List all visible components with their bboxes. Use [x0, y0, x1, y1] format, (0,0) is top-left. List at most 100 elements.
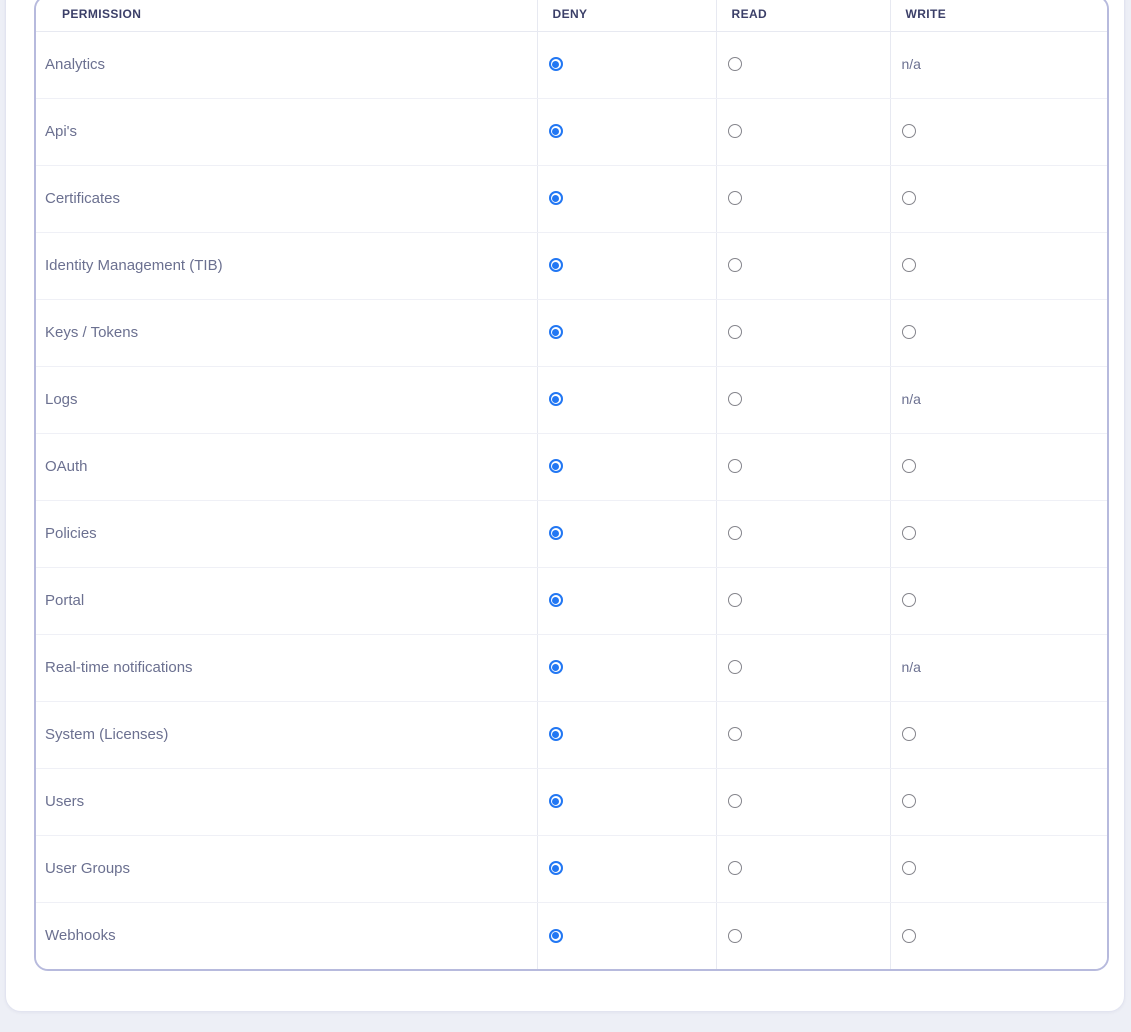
read-radio[interactable] [728, 124, 742, 138]
read-radio[interactable] [728, 794, 742, 808]
deny-radio[interactable] [549, 929, 563, 943]
write-cell [890, 835, 1107, 902]
write-radio[interactable] [902, 191, 916, 205]
deny-radio[interactable] [549, 526, 563, 540]
header-row: PERMISSION DENY READ WRITE [36, 0, 1107, 31]
permission-label-cell: System (Licenses) [36, 701, 537, 768]
permission-label: Portal [45, 592, 84, 609]
permission-label-cell: Logs [36, 366, 537, 433]
write-cell [890, 299, 1107, 366]
content-card: PERMISSION DENY READ WRITE Analytics n/a… [5, 0, 1125, 1012]
permission-label-cell: Portal [36, 567, 537, 634]
read-radio[interactable] [728, 325, 742, 339]
table-row: Portal [36, 567, 1107, 634]
deny-radio[interactable] [549, 459, 563, 473]
read-radio[interactable] [728, 929, 742, 943]
deny-radio[interactable] [549, 57, 563, 71]
permission-label-cell: Analytics [36, 31, 537, 98]
deny-radio[interactable] [549, 325, 563, 339]
permission-label-cell: Policies [36, 500, 537, 567]
read-radio[interactable] [728, 727, 742, 741]
table-row: User Groups [36, 835, 1107, 902]
write-cell [890, 567, 1107, 634]
read-cell [716, 165, 890, 232]
permission-label: Policies [45, 525, 97, 542]
deny-radio[interactable] [549, 727, 563, 741]
write-radio[interactable] [902, 258, 916, 272]
table-row: Real-time notifications n/a [36, 634, 1107, 701]
deny-cell [537, 634, 716, 701]
permission-label-cell: User Groups [36, 835, 537, 902]
read-cell [716, 835, 890, 902]
deny-cell [537, 835, 716, 902]
deny-cell [537, 31, 716, 98]
write-cell [890, 701, 1107, 768]
permission-label: Analytics [45, 56, 105, 73]
permission-label: Users [45, 793, 84, 810]
permission-label: Identity Management (TIB) [45, 257, 223, 274]
write-cell [890, 433, 1107, 500]
permissions-table-grid: PERMISSION DENY READ WRITE Analytics n/a… [36, 0, 1107, 969]
read-radio[interactable] [728, 191, 742, 205]
table-row: Keys / Tokens [36, 299, 1107, 366]
na-label: n/a [902, 56, 921, 72]
permission-label-cell: Api's [36, 98, 537, 165]
table-row: OAuth [36, 433, 1107, 500]
write-radio[interactable] [902, 526, 916, 540]
read-radio[interactable] [728, 593, 742, 607]
deny-radio[interactable] [549, 392, 563, 406]
write-cell [890, 232, 1107, 299]
write-cell [890, 98, 1107, 165]
permissions-table-body: Analytics n/a Api's Certificates Identit… [36, 31, 1107, 969]
write-radio[interactable] [902, 794, 916, 808]
read-radio[interactable] [728, 861, 742, 875]
column-header-read: READ [716, 0, 890, 31]
deny-radio[interactable] [549, 660, 563, 674]
write-radio[interactable] [902, 727, 916, 741]
read-cell [716, 701, 890, 768]
write-radio[interactable] [902, 124, 916, 138]
deny-radio[interactable] [549, 794, 563, 808]
column-header-permission: PERMISSION [36, 0, 537, 31]
deny-radio[interactable] [549, 191, 563, 205]
deny-radio[interactable] [549, 861, 563, 875]
write-radio[interactable] [902, 325, 916, 339]
write-cell [890, 165, 1107, 232]
deny-cell [537, 232, 716, 299]
read-radio[interactable] [728, 392, 742, 406]
write-radio[interactable] [902, 929, 916, 943]
deny-cell [537, 701, 716, 768]
deny-radio[interactable] [549, 593, 563, 607]
read-radio[interactable] [728, 526, 742, 540]
write-cell: n/a [890, 366, 1107, 433]
read-radio[interactable] [728, 459, 742, 473]
deny-cell [537, 902, 716, 969]
permission-label-cell: Keys / Tokens [36, 299, 537, 366]
read-radio[interactable] [728, 660, 742, 674]
read-radio[interactable] [728, 57, 742, 71]
read-radio[interactable] [728, 258, 742, 272]
deny-radio[interactable] [549, 258, 563, 272]
permission-label: Api's [45, 123, 77, 140]
write-radio[interactable] [902, 593, 916, 607]
write-radio[interactable] [902, 459, 916, 473]
read-cell [716, 902, 890, 969]
deny-cell [537, 366, 716, 433]
write-cell [890, 902, 1107, 969]
table-row: System (Licenses) [36, 701, 1107, 768]
write-cell [890, 500, 1107, 567]
permission-label: OAuth [45, 458, 88, 475]
permission-label-cell: Identity Management (TIB) [36, 232, 537, 299]
read-cell [716, 366, 890, 433]
table-row: Analytics n/a [36, 31, 1107, 98]
permission-label: Real-time notifications [45, 659, 193, 676]
permission-label-cell: Real-time notifications [36, 634, 537, 701]
column-header-deny: DENY [537, 0, 716, 31]
permission-label-cell: Certificates [36, 165, 537, 232]
table-row: Identity Management (TIB) [36, 232, 1107, 299]
read-cell [716, 768, 890, 835]
deny-radio[interactable] [549, 124, 563, 138]
write-radio[interactable] [902, 861, 916, 875]
permission-label-cell: OAuth [36, 433, 537, 500]
read-cell [716, 500, 890, 567]
